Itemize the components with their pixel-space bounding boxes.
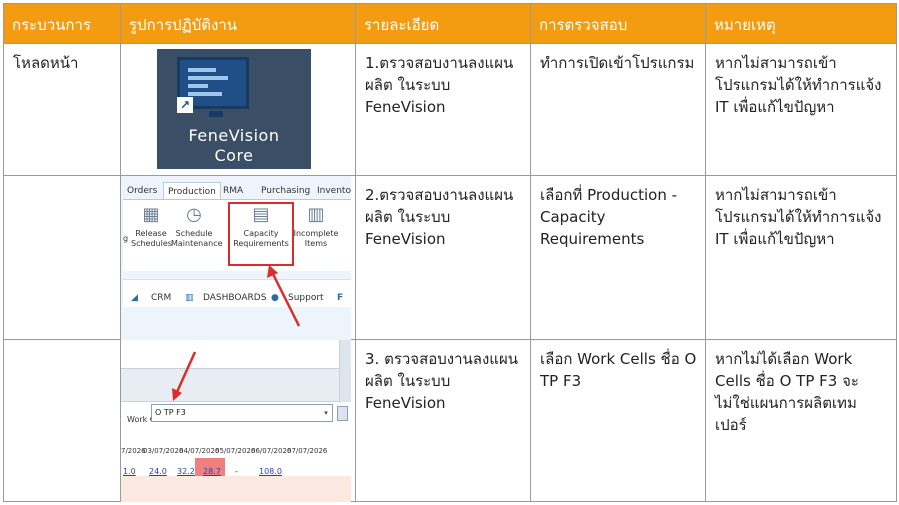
icon-label-line1: FeneVision	[188, 126, 280, 145]
ribbon-screenshot: Orders Production RMA Purchasing Invento…	[121, 176, 351, 340]
red-arrow	[267, 265, 301, 327]
image-cell: Orders Production RMA Purchasing Invento…	[120, 175, 356, 340]
image-cell: ↗ FeneVision Core	[120, 43, 356, 176]
table-row: Orders Production RMA Purchasing Invento…	[3, 175, 897, 340]
table-row: โหลดหน้า ↗ FeneVision Core 1.ตรวจสอบงานล…	[3, 43, 897, 176]
header-image: รูปการปฏิบัติงาน	[120, 3, 356, 44]
detail-cell: 3. ตรวจสอบงานลงแผนผลิต ในระบบ FeneVision	[355, 339, 531, 502]
note-cell: หากไม่สามารถเข้าโปรแกรมได้ให้ทำการแจ้ง I…	[705, 175, 897, 340]
work-cells-screenshot: Work Cells O TP F3 ▾ 7/2026 03/07/2026 0…	[121, 340, 351, 502]
detail-cell: 1.ตรวจสอบงานลงแผนผลิต ในระบบ FeneVision	[355, 43, 531, 176]
process-cell	[3, 339, 121, 502]
note-cell: หากไม่สามารถเข้าโปรแกรมได้ให้ทำการแจ้ง I…	[705, 43, 897, 176]
red-arrow	[172, 351, 197, 401]
image-cell: Work Cells O TP F3 ▾ 7/2026 03/07/2026 0…	[120, 339, 356, 502]
detail-cell: 2.ตรวจสอบงานลงแผนผลิต ในระบบ FeneVision	[355, 175, 531, 340]
header-row: กระบวนการ รูปการปฏิบัติงาน รายละเอียด กา…	[3, 3, 897, 44]
fenevision-core-icon[interactable]: ↗ FeneVision Core	[157, 49, 311, 169]
procedure-table: กระบวนการ รูปการปฏิบัติงาน รายละเอียด กา…	[3, 3, 897, 502]
table-row: Work Cells O TP F3 ▾ 7/2026 03/07/2026 0…	[3, 339, 897, 502]
process-cell	[3, 175, 121, 340]
check-cell: เลือก Work Cells ชื่อ O TP F3	[530, 339, 706, 502]
header-check: การตรวจสอบ	[530, 3, 706, 44]
icon-label-line2: Core	[214, 146, 254, 165]
process-cell: โหลดหน้า	[3, 43, 121, 176]
header-note: หมายเหตุ	[705, 3, 897, 44]
note-cell: หากไม่ได้เลือก Work Cells ชื่อ O TP F3 จ…	[705, 339, 897, 502]
header-process: กระบวนการ	[3, 3, 121, 44]
check-cell: เลือกที่ Production -Capacity Requiremen…	[530, 175, 706, 340]
shortcut-arrow-icon: ↗	[177, 97, 193, 113]
header-detail: รายละเอียด	[355, 3, 531, 44]
check-cell: ทำการเปิดเข้าโปรแกรม	[530, 43, 706, 176]
